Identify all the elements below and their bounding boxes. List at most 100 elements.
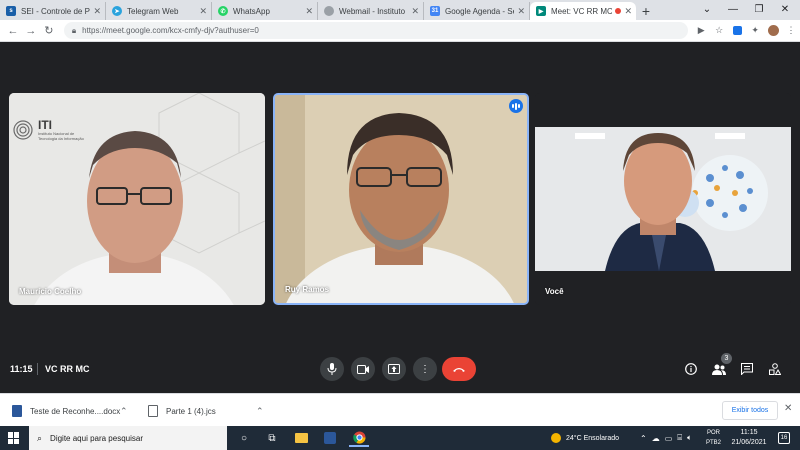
taskbar-search-box[interactable]: ⌕ Digite aqui para pesquisar <box>29 426 227 450</box>
fingerprint-icon <box>13 120 33 140</box>
more-vert-icon: ⋮ <box>420 363 430 375</box>
browser-toolbar: ← → ↻ 🔒︎ https://meet.google.com/kcx-cmf… <box>0 20 800 42</box>
close-window-icon[interactable]: ✕ <box>772 0 798 18</box>
volume-icon[interactable]: 🔈︎ <box>687 433 692 443</box>
search-icon: ⌕ <box>37 432 43 443</box>
clock-time: 11:15 <box>740 429 758 436</box>
iti-logo-subtitle: Instituto Nacional de Tecnologia da Info… <box>38 131 84 141</box>
reload-icon[interactable]: ↻ <box>40 22 58 40</box>
bookmark-star-icon[interactable]: ☆ <box>710 22 728 40</box>
tab-title: Meet: VC RR MC <box>551 6 613 16</box>
input-language[interactable]: POR PTB2 <box>706 428 721 448</box>
word-app-icon[interactable] <box>320 429 340 447</box>
network-icon[interactable]: ⌸ <box>677 433 682 443</box>
browser-tab-webmail[interactable]: Webmail - Instituto Na ✕ <box>318 2 424 20</box>
hang-up-icon <box>453 367 465 372</box>
clock-date: 21/06/2021 <box>731 439 767 446</box>
more-options-button[interactable]: ⋮ <box>413 357 437 381</box>
download-item[interactable]: Teste de Reconhe....docx ⌃ <box>12 402 136 420</box>
system-clock[interactable]: 11:15 21/06/2021 <box>730 428 768 448</box>
camera-icon <box>357 364 369 374</box>
battery-icon[interactable]: ▭ <box>665 434 673 443</box>
participant-tile-mauricio[interactable]: ITI Instituto Nacional de Tecnologia da … <box>9 93 265 305</box>
file-icon <box>148 405 158 417</box>
chevron-up-icon[interactable]: ⌃ <box>120 406 128 417</box>
participant-tile-self[interactable]: Você <box>535 93 791 305</box>
close-download-shelf-icon[interactable]: ✕ <box>784 403 792 414</box>
camera-button[interactable] <box>351 357 375 381</box>
browser-tab-sei[interactable]: s SEI - Controle de Proc ✕ <box>0 2 106 20</box>
camera-permission-icon[interactable]: ▶ <box>692 22 710 40</box>
download-filename: Parte 1 (4).jcs <box>166 406 216 416</box>
sei-favicon-icon: s <box>6 6 16 16</box>
url-text: https://meet.google.com/kcx-cmfy-djv?aut… <box>82 26 259 35</box>
meet-control-bar: 11:15 VC RR MC ⋮ 3 <box>0 352 800 386</box>
divider <box>37 363 38 375</box>
browser-tab-meet[interactable]: ▶ Meet: VC RR MC ✕ <box>530 2 636 20</box>
chevron-up-icon[interactable]: ⌃ <box>640 434 647 443</box>
show-all-downloads-button[interactable]: Exibir todos <box>722 401 778 420</box>
new-tab-button[interactable]: + <box>636 2 656 20</box>
close-tab-icon[interactable]: ✕ <box>411 6 419 17</box>
browser-tab-calendar[interactable]: 31 Google Agenda - Sem ✕ <box>424 2 530 20</box>
iti-logo: ITI Instituto Nacional de Tecnologia da … <box>11 118 90 142</box>
system-tray-icons[interactable]: ⌃ ☁ ▭ ⌸ 🔈︎ <box>640 426 692 450</box>
meeting-name: VC RR MC <box>45 364 90 374</box>
microphone-button[interactable] <box>320 357 344 381</box>
chevron-up-icon[interactable]: ⌃ <box>256 406 264 417</box>
calendar-favicon-icon: 31 <box>430 6 440 16</box>
forward-icon[interactable]: → <box>22 22 40 40</box>
windows-start-icon[interactable] <box>8 432 20 444</box>
weather-widget[interactable]: 24°C Ensolarado <box>551 426 619 450</box>
chat-button[interactable] <box>737 359 757 379</box>
close-tab-icon[interactable]: ✕ <box>199 6 207 17</box>
minimize-icon[interactable]: — <box>720 0 746 18</box>
browser-tab-telegram[interactable]: ➤ Telegram Web ✕ <box>106 2 212 20</box>
address-bar[interactable]: 🔒︎ https://meet.google.com/kcx-cmfy-djv?… <box>63 22 689 39</box>
close-tab-icon[interactable]: ✕ <box>517 6 525 17</box>
leave-call-button[interactable] <box>442 357 476 381</box>
telegram-favicon-icon: ➤ <box>112 6 122 16</box>
file-explorer-icon[interactable] <box>291 429 311 447</box>
sunny-icon <box>551 433 561 443</box>
notification-center-icon[interactable]: 16 <box>778 432 790 444</box>
recording-dot-icon <box>615 8 622 14</box>
participant-name: Maurício Coelho <box>19 287 82 296</box>
close-tab-icon[interactable]: ✕ <box>305 6 313 17</box>
activities-button[interactable] <box>765 359 785 379</box>
cortana-icon[interactable]: ○ <box>234 429 254 447</box>
language-code: POR <box>707 430 721 436</box>
meeting-details-button[interactable] <box>681 359 701 379</box>
back-icon[interactable]: ← <box>4 22 22 40</box>
cloud-icon[interactable]: ☁ <box>652 434 660 443</box>
participant-tile-ruy[interactable]: Ruy Ramos <box>273 93 529 305</box>
browser-tab-whatsapp[interactable]: ✆ WhatsApp ✕ <box>212 2 318 20</box>
task-view-icon[interactable]: ⧉ <box>262 429 282 447</box>
word-document-icon <box>12 405 22 417</box>
close-tab-icon[interactable]: ✕ <box>93 6 101 17</box>
webmail-favicon-icon <box>324 6 334 16</box>
tab-title: Google Agenda - Sem <box>445 6 514 16</box>
chrome-app-icon[interactable] <box>349 429 369 447</box>
restore-icon[interactable]: ❐ <box>746 0 772 18</box>
extensions-puzzle-icon[interactable]: ✦ <box>746 22 764 40</box>
chrome-icon <box>352 431 365 444</box>
browser-tab-strip: s SEI - Controle de Proc ✕ ➤ Telegram We… <box>0 0 800 20</box>
windows-taskbar: ⌕ Digite aqui para pesquisar ○ ⧉ 24°C En… <box>0 426 800 450</box>
profile-avatar-icon[interactable] <box>764 22 782 40</box>
lock-icon: 🔒︎ <box>71 25 77 35</box>
menu-kebab-icon[interactable]: ⋮ <box>782 22 800 40</box>
people-icon <box>712 364 726 375</box>
close-tab-icon[interactable]: ✕ <box>624 6 632 17</box>
extension-icon[interactable] <box>728 22 746 40</box>
tab-title: SEI - Controle de Proc <box>21 6 90 16</box>
account-dropdown-icon[interactable]: ⌄ <box>694 0 720 18</box>
participant-name: Ruy Ramos <box>285 285 330 294</box>
participant-count-badge: 3 <box>721 353 732 364</box>
tab-title: Telegram Web <box>127 6 179 16</box>
participant-name: Você <box>545 287 564 296</box>
download-item[interactable]: Parte 1 (4).jcs ⌃ <box>148 402 272 420</box>
meeting-clock: 11:15 <box>10 364 33 374</box>
chat-icon <box>741 363 753 375</box>
present-screen-button[interactable] <box>382 357 406 381</box>
